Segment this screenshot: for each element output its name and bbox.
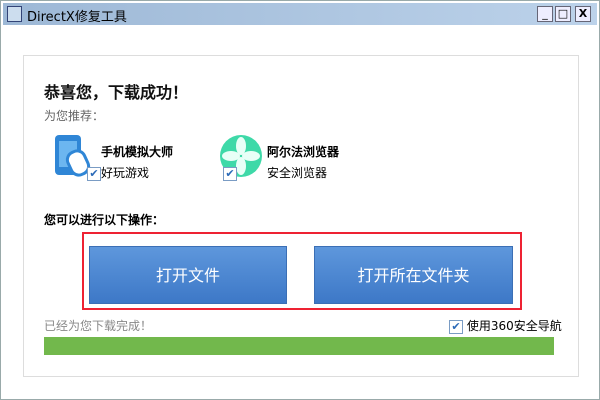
close-button[interactable]: X xyxy=(575,6,591,22)
app-desc: 好玩游戏 xyxy=(101,166,150,180)
open-folder-button[interactable]: 打开所在文件夹 xyxy=(314,246,513,304)
ops-label: 您可以进行以下操作： xyxy=(44,213,165,227)
progress-bar xyxy=(44,337,554,355)
nav-label: 使用360安全导航 xyxy=(466,319,562,333)
app-desc: 安全浏览器 xyxy=(267,166,328,180)
app-icon xyxy=(7,6,22,22)
status-text: 已经为您下载完成！ xyxy=(44,319,153,333)
maximize-button[interactable]: □ xyxy=(555,6,571,22)
title-bar: DirectX修复工具 _ □ X xyxy=(3,3,597,25)
open-file-button[interactable]: 打开文件 xyxy=(89,246,287,304)
nav-option[interactable]: ✔ 使用360安全导航 xyxy=(449,317,562,334)
success-heading: 恭喜您，下载成功！ xyxy=(44,83,189,102)
window: DirectX修复工具 _ □ X 恭喜您，下载成功！ 为您推荐： ✔ 手机模拟… xyxy=(0,0,600,400)
progress-fill xyxy=(44,337,554,355)
app-name: 阿尔法浏览器 xyxy=(267,145,340,159)
app-name: 手机模拟大师 xyxy=(101,145,174,159)
window-title: DirectX修复工具 xyxy=(27,10,127,25)
browser-checkbox[interactable]: ✔ xyxy=(223,167,237,181)
recommend-label: 为您推荐： xyxy=(44,109,105,123)
nav-checkbox[interactable]: ✔ xyxy=(449,319,463,334)
emulator-checkbox[interactable]: ✔ xyxy=(87,167,101,181)
minimize-button[interactable]: _ xyxy=(537,6,553,22)
